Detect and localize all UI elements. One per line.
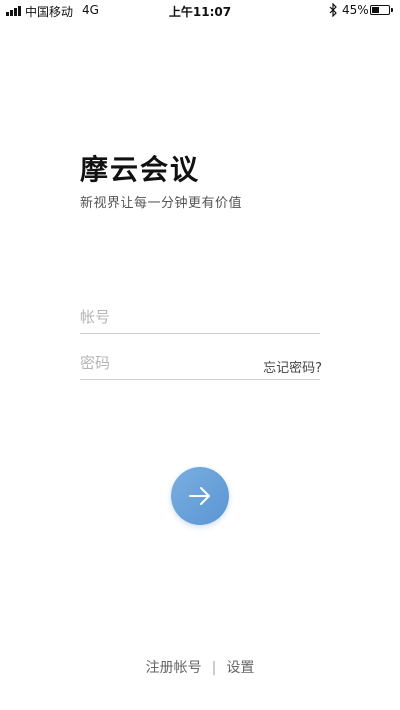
password-field: 忘记密码? <box>80 349 322 380</box>
status-bar: 中国移动 4G 上午11:07 45% <box>0 0 400 22</box>
footer-links: 注册帐号 | 设置 <box>0 657 400 677</box>
app-title: 摩云会议 <box>80 153 201 186</box>
battery-icon <box>370 5 390 15</box>
register-account-link[interactable]: 注册帐号 <box>146 660 202 676</box>
footer-separator: | <box>211 660 217 676</box>
username-input[interactable] <box>80 305 260 329</box>
username-field <box>80 303 320 334</box>
status-time: 上午11:07 <box>168 5 232 19</box>
bluetooth-icon <box>329 3 337 17</box>
settings-link[interactable]: 设置 <box>226 660 254 676</box>
battery-fill <box>372 7 379 13</box>
arrow-right-icon <box>189 487 210 505</box>
forgot-password-link[interactable]: 忘记密码? <box>263 357 322 376</box>
app-subtitle: 新视界让每一分钟更有价值 <box>80 196 243 211</box>
password-input[interactable] <box>80 351 260 375</box>
battery-cap <box>391 8 393 12</box>
battery-percent: 45% <box>342 3 369 17</box>
login-submit-button[interactable] <box>171 467 229 525</box>
